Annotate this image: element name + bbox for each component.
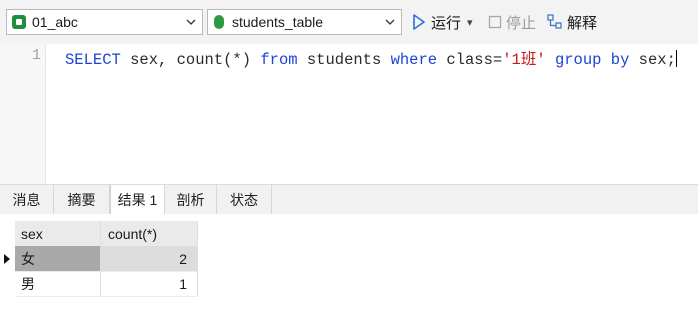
column-header-count[interactable]: count(*) bbox=[101, 221, 198, 246]
tab-result-1[interactable]: 结果 1 bbox=[110, 185, 165, 215]
sql-keyword: group bbox=[554, 51, 602, 69]
run-button[interactable]: 运行 ▾ bbox=[412, 12, 473, 32]
run-icon bbox=[413, 14, 425, 30]
sql-keyword: SELECT bbox=[65, 51, 121, 69]
sql-keyword: by bbox=[610, 51, 630, 69]
line-number: 1 bbox=[31, 47, 41, 64]
line-number-gutter: 1 bbox=[0, 44, 46, 184]
cell-count[interactable]: 2 bbox=[101, 246, 198, 271]
table-row[interactable]: 女 2 bbox=[15, 246, 198, 272]
column-header-sex[interactable]: sex bbox=[15, 221, 101, 246]
stop-button[interactable]: 停止 bbox=[488, 12, 536, 32]
explain-icon bbox=[547, 14, 562, 29]
stop-label: 停止 bbox=[506, 14, 537, 32]
sql-text: students bbox=[297, 51, 391, 69]
grid-header-row: sex count(*) bbox=[15, 221, 198, 247]
chevron-down-icon[interactable] bbox=[186, 17, 196, 27]
sql-text: sex, count(*) bbox=[120, 51, 261, 69]
run-dropdown-icon[interactable]: ▾ bbox=[467, 16, 473, 29]
sql-editor[interactable]: 1 SELECT sex, count(*) from students whe… bbox=[0, 44, 698, 184]
sql-keyword: where bbox=[390, 51, 438, 69]
sql-keyword: from bbox=[260, 51, 298, 69]
connection-select-value: 01_abc bbox=[32, 14, 78, 30]
cell-sex[interactable]: 女 bbox=[15, 246, 101, 271]
sql-text: class= bbox=[437, 51, 503, 69]
table-row[interactable]: 男 1 bbox=[15, 271, 198, 297]
stop-icon bbox=[488, 15, 502, 29]
current-row-indicator-icon bbox=[4, 254, 10, 264]
connection-select[interactable]: 01_abc bbox=[6, 9, 203, 35]
tab-profile[interactable]: 剖析 bbox=[165, 185, 217, 214]
sql-code-line[interactable]: SELECT sex, count(*) from students where… bbox=[65, 47, 677, 69]
toolbar: 01_abc students_table 运行 ▾ 停止 解释 bbox=[0, 0, 698, 44]
cell-sex[interactable]: 男 bbox=[15, 271, 101, 296]
cell-count[interactable]: 1 bbox=[101, 271, 198, 296]
run-label: 运行 bbox=[431, 14, 462, 32]
sql-string-literal: '1班' bbox=[502, 51, 546, 69]
table-icon bbox=[214, 15, 224, 29]
tab-messages[interactable]: 消息 bbox=[0, 185, 54, 214]
tab-summary[interactable]: 摘要 bbox=[54, 185, 110, 214]
text-caret bbox=[675, 50, 677, 67]
result-tabbar: 消息 摘要 结果 1 剖析 状态 bbox=[0, 184, 698, 215]
table-select[interactable]: students_table bbox=[207, 9, 402, 35]
result-grid: sex count(*) 女 2 男 1 bbox=[0, 214, 698, 329]
explain-button[interactable]: 解释 bbox=[547, 12, 597, 32]
explain-label: 解释 bbox=[567, 14, 598, 32]
connection-icon bbox=[12, 15, 26, 29]
table-select-value: students_table bbox=[232, 14, 324, 30]
tab-status[interactable]: 状态 bbox=[217, 185, 272, 214]
chevron-down-icon[interactable] bbox=[385, 17, 395, 27]
sql-text: sex; bbox=[629, 51, 676, 69]
